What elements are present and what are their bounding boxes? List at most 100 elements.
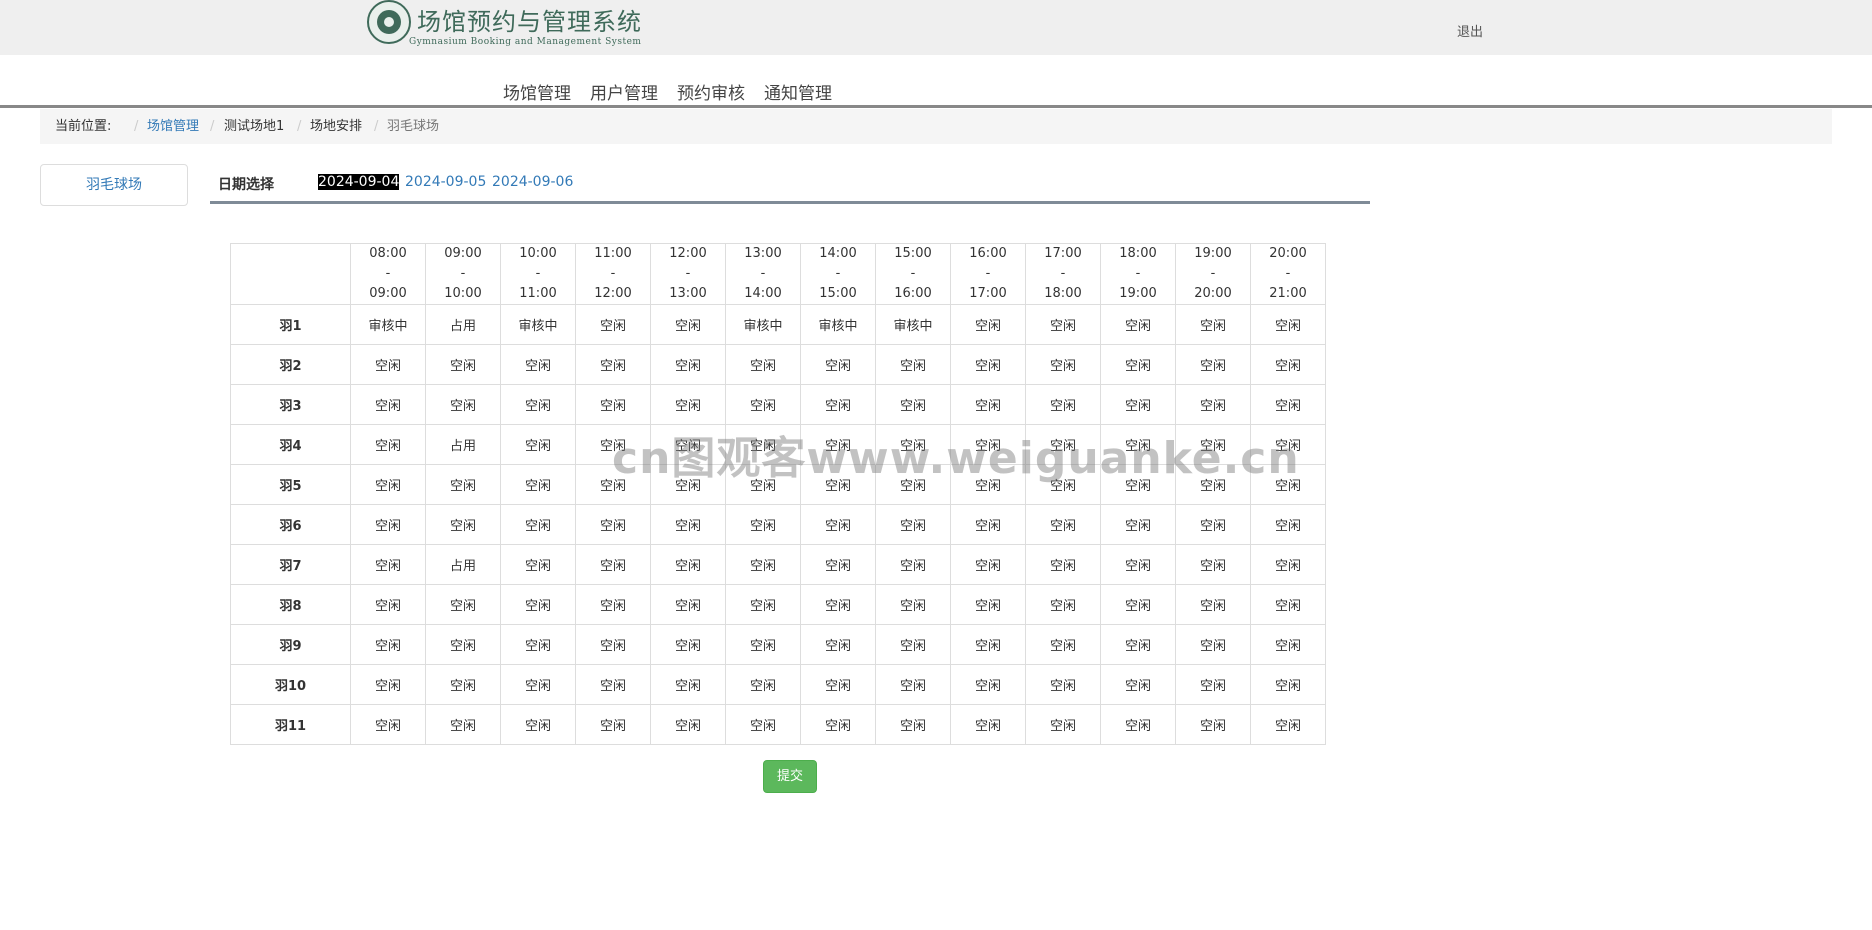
- slot-status-cell[interactable]: 空闲: [1025, 384, 1101, 425]
- slot-status-cell[interactable]: 空闲: [1250, 664, 1326, 705]
- slot-status-cell[interactable]: 空闲: [725, 544, 801, 585]
- slot-status-cell[interactable]: 空闲: [350, 344, 426, 385]
- slot-status-cell[interactable]: 空闲: [1250, 704, 1326, 745]
- slot-status-cell[interactable]: 空闲: [875, 584, 951, 625]
- slot-status-cell[interactable]: 空闲: [650, 704, 726, 745]
- slot-status-cell[interactable]: 空闲: [1025, 504, 1101, 545]
- slot-status-cell[interactable]: 空闲: [950, 584, 1026, 625]
- slot-status-cell[interactable]: 空闲: [425, 504, 501, 545]
- slot-status-cell[interactable]: 空闲: [1025, 664, 1101, 705]
- slot-status-cell[interactable]: 空闲: [1100, 464, 1176, 505]
- slot-status-cell[interactable]: 审核中: [500, 304, 576, 345]
- slot-status-cell[interactable]: 空闲: [1100, 384, 1176, 425]
- slot-status-cell[interactable]: 空闲: [1025, 304, 1101, 345]
- slot-status-cell[interactable]: 空闲: [1250, 504, 1326, 545]
- slot-status-cell[interactable]: 空闲: [350, 704, 426, 745]
- slot-status-cell[interactable]: 审核中: [800, 304, 876, 345]
- slot-status-cell[interactable]: 空闲: [1100, 304, 1176, 345]
- slot-status-cell[interactable]: 空闲: [800, 664, 876, 705]
- slot-status-cell[interactable]: 空闲: [950, 344, 1026, 385]
- slot-status-cell[interactable]: 空闲: [800, 704, 876, 745]
- slot-status-cell[interactable]: 空闲: [350, 664, 426, 705]
- slot-status-cell[interactable]: 空闲: [950, 704, 1026, 745]
- slot-status-cell[interactable]: 空闲: [950, 304, 1026, 345]
- nav-item-venue-management[interactable]: 场馆管理: [503, 79, 571, 104]
- breadcrumb-item-test-venue[interactable]: 测试场地1: [224, 109, 284, 144]
- slot-status-cell[interactable]: 空闲: [725, 464, 801, 505]
- slot-status-cell[interactable]: 空闲: [875, 624, 951, 665]
- slot-status-cell[interactable]: 空闲: [1250, 544, 1326, 585]
- slot-status-cell[interactable]: 空闲: [1250, 384, 1326, 425]
- slot-status-cell[interactable]: 空闲: [500, 704, 576, 745]
- slot-status-cell[interactable]: 空闲: [650, 544, 726, 585]
- slot-status-cell[interactable]: 空闲: [875, 504, 951, 545]
- slot-status-cell[interactable]: 空闲: [950, 384, 1026, 425]
- slot-status-cell[interactable]: 空闲: [1250, 584, 1326, 625]
- slot-status-cell[interactable]: 空闲: [1250, 464, 1326, 505]
- slot-status-cell[interactable]: 空闲: [500, 624, 576, 665]
- slot-status-cell[interactable]: 空闲: [800, 624, 876, 665]
- slot-status-cell[interactable]: 空闲: [1025, 704, 1101, 745]
- slot-status-cell[interactable]: 占用: [425, 544, 501, 585]
- breadcrumb-item-arrangement[interactable]: 场地安排: [310, 109, 362, 144]
- slot-status-cell[interactable]: 空闲: [1250, 424, 1326, 465]
- slot-status-cell[interactable]: 占用: [425, 304, 501, 345]
- slot-status-cell[interactable]: 空闲: [950, 504, 1026, 545]
- slot-status-cell[interactable]: 空闲: [575, 304, 651, 345]
- slot-status-cell[interactable]: 空闲: [650, 464, 726, 505]
- slot-status-cell[interactable]: 空闲: [500, 664, 576, 705]
- slot-status-cell[interactable]: 空闲: [350, 624, 426, 665]
- slot-status-cell[interactable]: 空闲: [500, 504, 576, 545]
- date-option[interactable]: 2024-09-05: [405, 174, 486, 190]
- slot-status-cell[interactable]: 空闲: [425, 664, 501, 705]
- date-option[interactable]: 2024-09-06: [492, 174, 573, 190]
- slot-status-cell[interactable]: 空闲: [350, 384, 426, 425]
- date-option-selected[interactable]: 2024-09-04: [318, 174, 400, 190]
- slot-status-cell[interactable]: 空闲: [350, 584, 426, 625]
- slot-status-cell[interactable]: 空闲: [1100, 504, 1176, 545]
- slot-status-cell[interactable]: 空闲: [575, 544, 651, 585]
- slot-status-cell[interactable]: 空闲: [650, 424, 726, 465]
- slot-status-cell[interactable]: 空闲: [650, 584, 726, 625]
- slot-status-cell[interactable]: 空闲: [1175, 504, 1251, 545]
- slot-status-cell[interactable]: 空闲: [875, 664, 951, 705]
- slot-status-cell[interactable]: 空闲: [1100, 704, 1176, 745]
- slot-status-cell[interactable]: 空闲: [1175, 304, 1251, 345]
- slot-status-cell[interactable]: 空闲: [1025, 624, 1101, 665]
- slot-status-cell[interactable]: 空闲: [725, 664, 801, 705]
- slot-status-cell[interactable]: 空闲: [800, 424, 876, 465]
- slot-status-cell[interactable]: 空闲: [950, 624, 1026, 665]
- breadcrumb-item-venue-management[interactable]: 场馆管理: [147, 109, 199, 144]
- slot-status-cell[interactable]: 空闲: [575, 424, 651, 465]
- slot-status-cell[interactable]: 空闲: [800, 504, 876, 545]
- slot-status-cell[interactable]: 空闲: [500, 464, 576, 505]
- slot-status-cell[interactable]: 空闲: [800, 464, 876, 505]
- slot-status-cell[interactable]: 空闲: [725, 584, 801, 625]
- slot-status-cell[interactable]: 空闲: [1025, 584, 1101, 625]
- slot-status-cell[interactable]: 空闲: [350, 464, 426, 505]
- slot-status-cell[interactable]: 空闲: [1100, 544, 1176, 585]
- slot-status-cell[interactable]: 空闲: [1175, 464, 1251, 505]
- slot-status-cell[interactable]: 审核中: [875, 304, 951, 345]
- slot-status-cell[interactable]: 空闲: [425, 584, 501, 625]
- slot-status-cell[interactable]: 占用: [425, 424, 501, 465]
- nav-item-user-management[interactable]: 用户管理: [590, 79, 658, 104]
- slot-status-cell[interactable]: 空闲: [725, 704, 801, 745]
- slot-status-cell[interactable]: 空闲: [1175, 544, 1251, 585]
- slot-status-cell[interactable]: 空闲: [500, 544, 576, 585]
- slot-status-cell[interactable]: 空闲: [1025, 424, 1101, 465]
- slot-status-cell[interactable]: 空闲: [950, 664, 1026, 705]
- slot-status-cell[interactable]: 空闲: [725, 424, 801, 465]
- slot-status-cell[interactable]: 空闲: [875, 384, 951, 425]
- slot-status-cell[interactable]: 空闲: [800, 384, 876, 425]
- slot-status-cell[interactable]: 空闲: [1175, 384, 1251, 425]
- slot-status-cell[interactable]: 空闲: [800, 544, 876, 585]
- venue-badminton-button[interactable]: 羽毛球场: [40, 164, 188, 206]
- slot-status-cell[interactable]: 空闲: [1100, 584, 1176, 625]
- slot-status-cell[interactable]: 空闲: [650, 344, 726, 385]
- slot-status-cell[interactable]: 空闲: [725, 504, 801, 545]
- slot-status-cell[interactable]: 空闲: [1175, 584, 1251, 625]
- slot-status-cell[interactable]: 空闲: [350, 544, 426, 585]
- slot-status-cell[interactable]: 空闲: [575, 464, 651, 505]
- slot-status-cell[interactable]: 空闲: [425, 704, 501, 745]
